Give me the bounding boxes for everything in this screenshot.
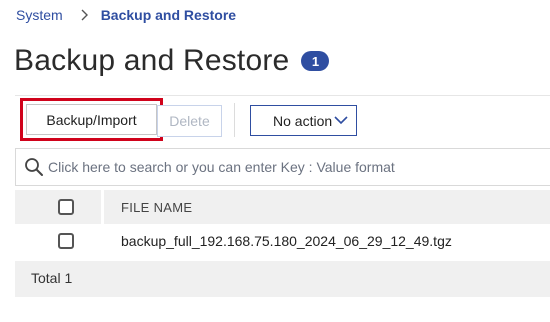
breadcrumb-current[interactable]: Backup and Restore (101, 7, 236, 23)
search-placeholder: Click here to search or you can enter Ke… (48, 159, 395, 175)
table-header: FILE NAME (15, 190, 550, 224)
file-name-cell: backup_full_192.168.75.180_2024_06_29_12… (121, 233, 452, 249)
toolbar: Backup/Import Delete No action (15, 95, 550, 145)
table-footer: Total 1 (15, 261, 550, 297)
chevron-down-icon (334, 116, 348, 125)
search-input[interactable]: Click here to search or you can enter Ke… (15, 148, 550, 186)
column-divider (101, 190, 104, 224)
search-icon (25, 158, 43, 176)
total-count: Total 1 (31, 270, 73, 286)
toolbar-divider (234, 103, 235, 137)
count-badge: 1 (301, 51, 330, 71)
page-title-row: Backup and Restore 1 (14, 44, 330, 78)
column-header-file-name[interactable]: FILE NAME (121, 200, 192, 215)
select-all-checkbox[interactable] (58, 199, 74, 215)
action-select-value: No action (273, 112, 333, 129)
backup-import-button[interactable]: Backup/Import (26, 104, 157, 135)
backup-restore-page: System Backup and Restore Backup and Res… (0, 0, 550, 322)
breadcrumb: System Backup and Restore (16, 6, 236, 24)
page-title: Backup and Restore (14, 44, 290, 77)
select-all-cell (15, 190, 101, 224)
chevron-right-icon (81, 9, 89, 21)
backup-table: FILE NAME backup_full_192.168.75.180_202… (15, 190, 550, 297)
delete-button[interactable]: Delete (157, 105, 222, 137)
action-select[interactable]: No action (250, 105, 357, 136)
row-checkbox[interactable] (58, 233, 74, 249)
table-row[interactable]: backup_full_192.168.75.180_2024_06_29_12… (15, 224, 550, 258)
breadcrumb-system-link[interactable]: System (16, 7, 63, 23)
